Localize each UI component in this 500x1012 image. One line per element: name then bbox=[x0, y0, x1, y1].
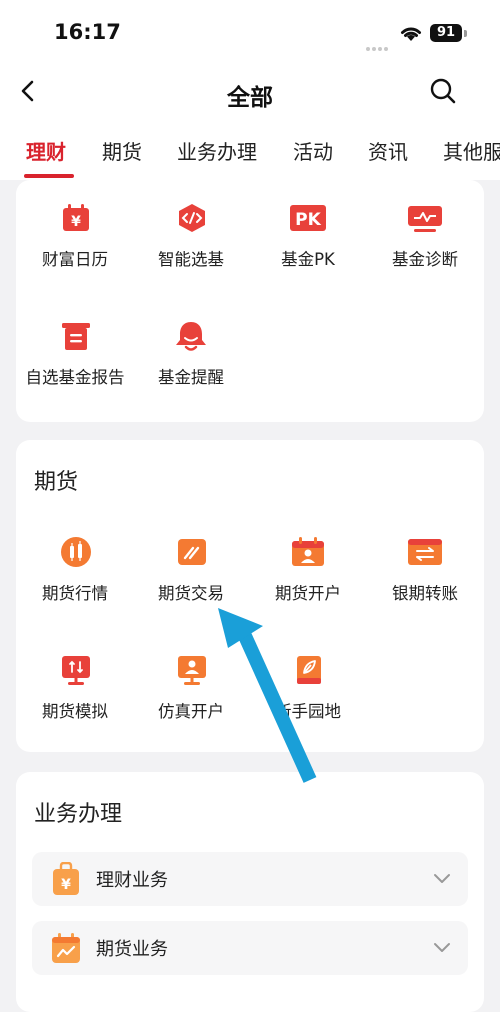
chevron-down-icon[interactable] bbox=[432, 870, 452, 886]
grid-item-label: 期货交易 bbox=[158, 584, 224, 603]
grid-item-fund-pk[interactable]: PK 基金PK bbox=[249, 202, 367, 292]
tab-wealth[interactable]: 理财 bbox=[26, 136, 66, 165]
grid-item-smart-fund-pick[interactable]: 智能选基 bbox=[132, 202, 250, 292]
grid-item-watchlist-fund-report[interactable]: 自选基金报告 bbox=[16, 320, 134, 410]
tab-futures[interactable]: 期货 bbox=[102, 136, 142, 165]
book-leaf-icon bbox=[297, 656, 321, 684]
search-icon[interactable] bbox=[428, 76, 458, 106]
bell-icon bbox=[176, 322, 206, 351]
chevron-down-icon[interactable] bbox=[432, 939, 452, 955]
candlestick-icon bbox=[61, 537, 91, 567]
grid-item-label: 财富日历 bbox=[42, 250, 108, 269]
page-title: 全部 bbox=[227, 85, 273, 111]
grid-item-label: 仿真开户 bbox=[158, 702, 224, 721]
grid-item-label: 银期转账 bbox=[392, 584, 458, 603]
grid-item-bank-futures-transfer[interactable]: 银期转账 bbox=[366, 536, 484, 626]
row-futures-business[interactable]: 期货业务 bbox=[32, 921, 468, 975]
grid-item-label: 期货模拟 bbox=[42, 702, 108, 721]
grid-item-fund-alert[interactable]: 基金提醒 bbox=[132, 320, 250, 410]
svg-text:¥: ¥ bbox=[71, 214, 81, 230]
grid-item-label: 期货行情 bbox=[42, 584, 108, 603]
report-icon bbox=[62, 323, 90, 350]
monitor-pulse-icon bbox=[408, 206, 442, 232]
futures-section-card: 期货 期货行情 期货交易 期货开户 银期转账 期货模拟 仿真开户 新手园地 bbox=[16, 440, 484, 752]
grid-item-futures-quotes[interactable]: 期货行情 bbox=[16, 536, 134, 626]
row-label: 理财业务 bbox=[96, 870, 168, 891]
grid-item-demo-account-open[interactable]: 仿真开户 bbox=[132, 654, 250, 744]
account-calendar-icon bbox=[292, 537, 324, 566]
calendar-yen-icon: ¥ bbox=[63, 204, 89, 231]
active-tab-indicator bbox=[24, 174, 74, 178]
battery-indicator: 91 bbox=[430, 24, 462, 42]
pk-icon: PK bbox=[290, 205, 326, 231]
status-time: 16:17 bbox=[54, 20, 121, 44]
wealth-section-card: ¥ 财富日历 智能选基 PK 基金PK 基金诊断 自选基金报告 基金提醒 bbox=[16, 180, 484, 422]
nav-bar: 全部 bbox=[0, 62, 500, 124]
grid-item-label: 基金PK bbox=[281, 250, 335, 269]
grid-item-futures-trading[interactable]: 期货交易 bbox=[132, 536, 250, 626]
tab-other-services[interactable]: 其他服务 bbox=[443, 136, 500, 165]
section-title-business: 业务办理 bbox=[34, 802, 123, 827]
code-tag-icon bbox=[179, 204, 205, 232]
svg-text:PK: PK bbox=[295, 210, 321, 230]
simulation-icon bbox=[62, 656, 90, 685]
futures-calendar-icon bbox=[52, 933, 80, 963]
status-bar: 16:17 91 bbox=[0, 0, 500, 62]
tab-news[interactable]: 资讯 bbox=[368, 136, 408, 165]
grid-item-label: 基金提醒 bbox=[158, 368, 224, 387]
row-label: 期货业务 bbox=[96, 939, 168, 960]
grid-item-label: 新手园地 bbox=[275, 702, 341, 721]
trade-pen-icon bbox=[178, 539, 206, 565]
transfer-icon bbox=[408, 539, 442, 565]
grid-item-label: 基金诊断 bbox=[392, 250, 458, 269]
grid-item-fund-diagnosis[interactable]: 基金诊断 bbox=[366, 202, 484, 292]
grid-item-wealth-calendar[interactable]: ¥ 财富日历 bbox=[16, 202, 134, 292]
grid-item-label: 智能选基 bbox=[158, 250, 224, 269]
grid-item-futures-simulation[interactable]: 期货模拟 bbox=[16, 654, 134, 744]
grid-item-futures-account-open[interactable]: 期货开户 bbox=[249, 536, 367, 626]
grid-item-label: 自选基金报告 bbox=[25, 368, 125, 387]
row-wealth-business[interactable]: ¥ 理财业务 bbox=[32, 852, 468, 906]
svg-text:¥: ¥ bbox=[61, 877, 71, 893]
category-tabs: 理财 期货 业务办理 活动 资讯 其他服务 bbox=[0, 124, 500, 180]
user-screen-icon bbox=[178, 656, 206, 685]
wifi-icon bbox=[401, 27, 421, 41]
grid-item-beginner-zone[interactable]: 新手园地 bbox=[249, 654, 367, 744]
cellular-signal-icon bbox=[366, 36, 392, 51]
battery-tip bbox=[464, 30, 467, 37]
grid-item-label: 期货开户 bbox=[275, 584, 341, 603]
section-title-futures: 期货 bbox=[34, 470, 79, 495]
wealth-bag-icon: ¥ bbox=[53, 862, 79, 895]
tab-activities[interactable]: 活动 bbox=[293, 136, 333, 165]
tab-business[interactable]: 业务办理 bbox=[177, 136, 257, 165]
